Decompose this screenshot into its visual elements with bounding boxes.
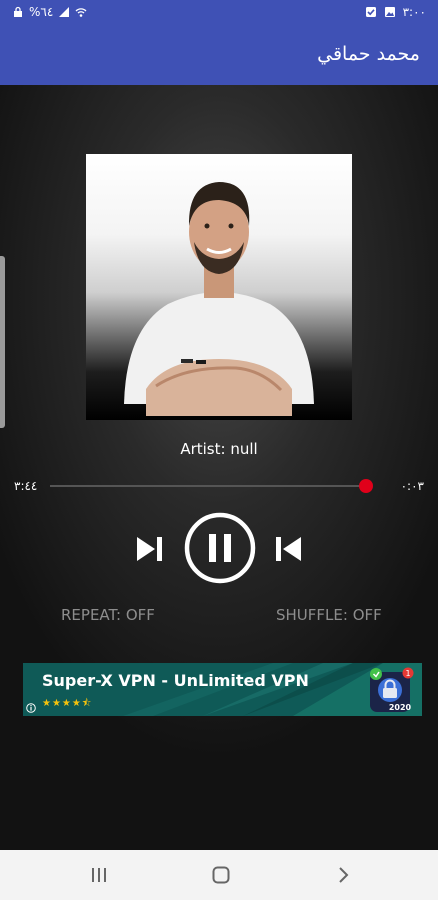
drawer-handle[interactable] xyxy=(0,256,5,428)
shuffle-button[interactable]: SHUFFLE: OFF xyxy=(276,606,382,624)
status-bar: %٦٤ ٣:٠٠ xyxy=(0,0,438,27)
status-right: ٣:٠٠ xyxy=(365,5,426,19)
home-icon[interactable] xyxy=(210,864,232,886)
pause-icon[interactable] xyxy=(183,511,257,585)
signal-icon xyxy=(59,7,70,17)
artist-label: Artist: null xyxy=(180,440,258,458)
check-icon xyxy=(365,7,376,17)
page-title: محمد حماقي xyxy=(317,43,420,65)
navigation-bar xyxy=(0,850,438,900)
image-icon xyxy=(384,7,395,17)
recents-icon[interactable] xyxy=(88,864,110,886)
status-left: %٦٤ xyxy=(12,5,87,19)
ad-banner[interactable]: Super-X VPN - UnLimited VPN ★★★★⯪ 1 2020 xyxy=(23,663,422,716)
ad-badge-count: 1 xyxy=(405,669,410,678)
repeat-button[interactable]: REPEAT: OFF xyxy=(61,606,155,624)
ad-year: 2020 xyxy=(388,703,412,712)
seek-thumb[interactable] xyxy=(359,479,373,493)
next-icon[interactable] xyxy=(134,533,166,565)
album-art xyxy=(86,154,352,420)
time-total: ٣:٤٤ xyxy=(14,479,38,493)
artist-photo xyxy=(124,182,314,416)
lock-icon xyxy=(14,6,22,17)
info-icon[interactable] xyxy=(26,703,36,713)
back-icon[interactable] xyxy=(332,864,354,886)
ad-title[interactable]: Super-X VPN - UnLimited VPN xyxy=(42,671,309,690)
wifi-icon xyxy=(75,8,87,17)
battery-percent: %٦٤ xyxy=(29,5,54,19)
time-elapsed: ٠:٠٣ xyxy=(400,479,424,493)
previous-icon[interactable] xyxy=(272,533,304,565)
seek-bar[interactable] xyxy=(50,485,368,487)
status-time: ٣:٠٠ xyxy=(402,5,426,19)
ad-rating: ★★★★⯪ xyxy=(42,698,93,709)
app-bar: محمد حماقي xyxy=(0,27,438,85)
